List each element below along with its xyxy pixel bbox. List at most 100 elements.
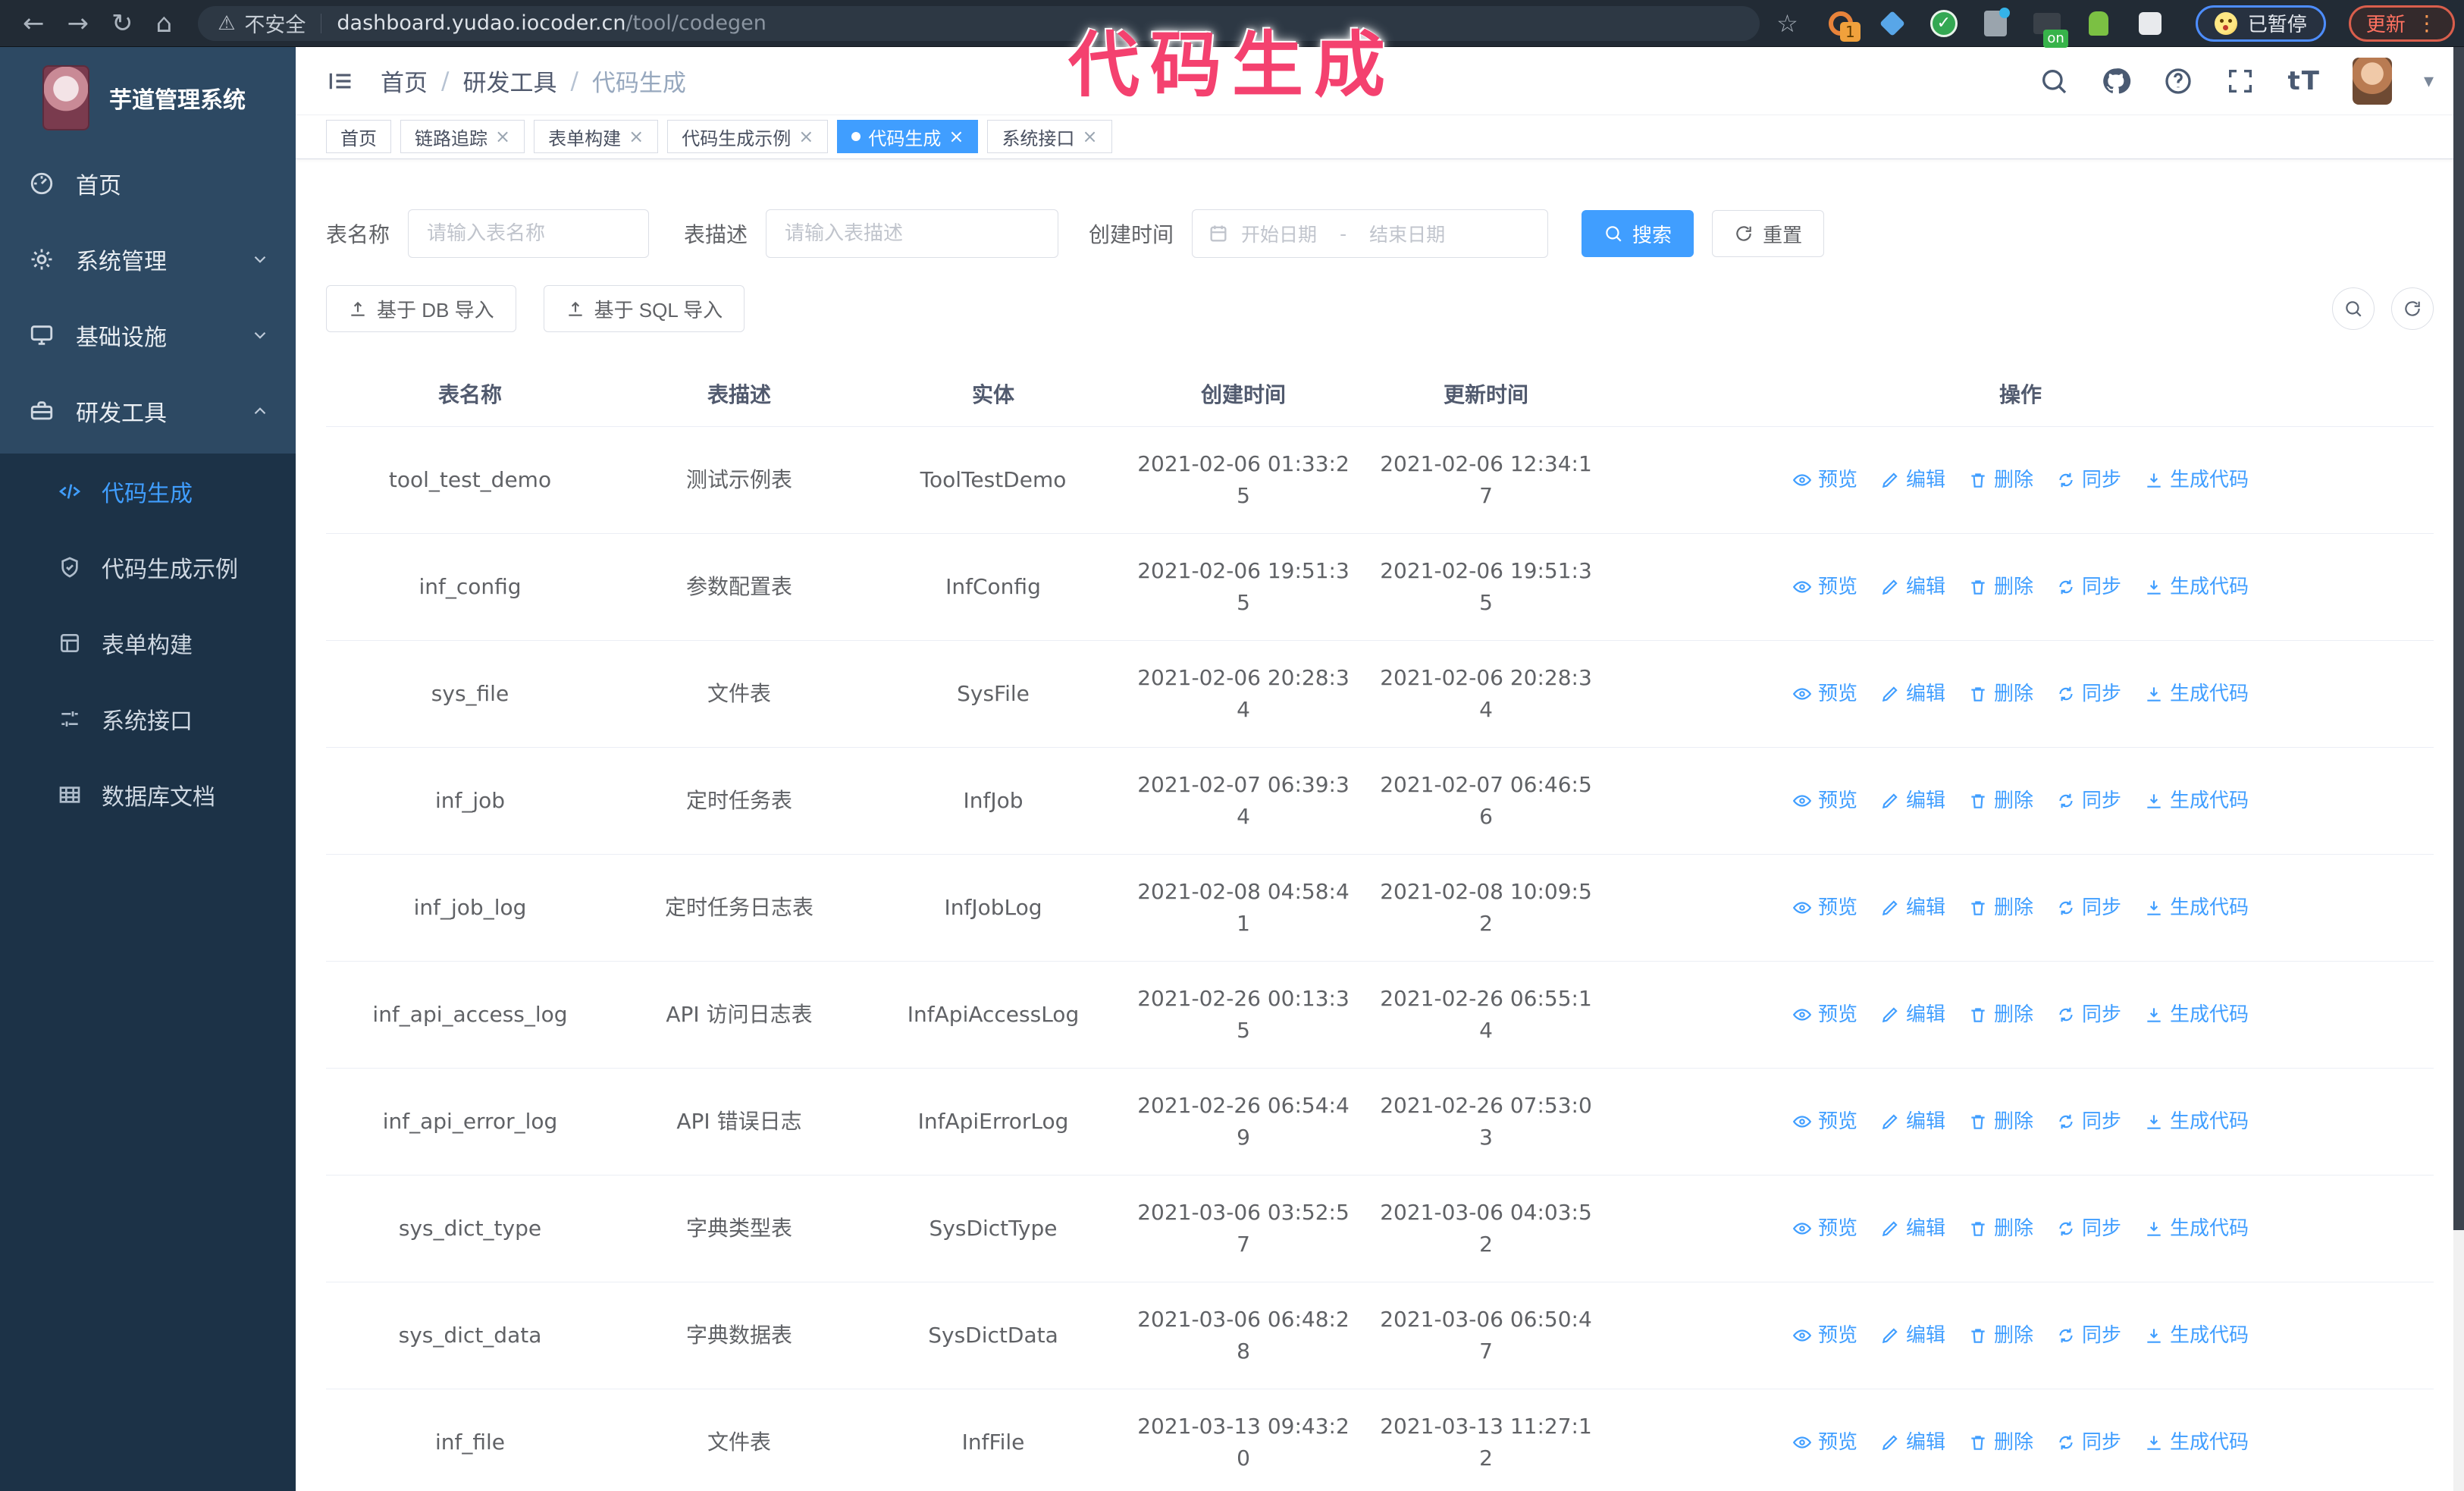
breadcrumb-home[interactable]: 首页 — [381, 64, 428, 98]
import-sql-button[interactable]: 基于 SQL 导入 — [543, 285, 745, 332]
search-button[interactable]: 搜索 — [1582, 210, 1694, 257]
fullscreen-icon[interactable] — [2225, 66, 2256, 96]
delete-link[interactable]: 删除 — [1968, 1106, 2033, 1138]
generate-code-link[interactable]: 生成代码 — [2144, 785, 2249, 817]
caret-down-icon[interactable]: ▾ — [2424, 70, 2434, 93]
preview-link[interactable]: 预览 — [1792, 1213, 1857, 1245]
generate-code-link[interactable]: 生成代码 — [2144, 892, 2249, 924]
close-icon[interactable]: × — [948, 126, 964, 147]
toggle-search-button[interactable] — [2332, 287, 2375, 330]
sync-link[interactable]: 同步 — [2056, 999, 2121, 1031]
delete-link[interactable]: 删除 — [1968, 464, 2033, 496]
generate-code-link[interactable]: 生成代码 — [2144, 464, 2249, 496]
close-icon[interactable]: × — [495, 126, 510, 147]
import-db-button[interactable]: 基于 DB 导入 — [326, 285, 516, 332]
edit-link[interactable]: 编辑 — [1880, 1106, 1945, 1138]
delete-link[interactable]: 删除 — [1968, 678, 2033, 710]
extension-alien-icon[interactable] — [2083, 8, 2114, 39]
update-button[interactable]: 更新 ⋮ — [2348, 5, 2455, 42]
paused-badge[interactable]: 已暂停 — [2195, 5, 2326, 42]
delete-link[interactable]: 删除 — [1968, 785, 2033, 817]
generate-code-link[interactable]: 生成代码 — [2144, 1427, 2249, 1458]
edit-link[interactable]: 编辑 — [1880, 785, 1945, 817]
page-scrollbar[interactable] — [2453, 47, 2464, 1491]
generate-code-link[interactable]: 生成代码 — [2144, 1320, 2249, 1351]
sync-link[interactable]: 同步 — [2056, 678, 2121, 710]
hamburger-icon[interactable] — [326, 67, 355, 96]
tab[interactable]: 代码生成示例 × — [667, 120, 829, 153]
preview-link[interactable]: 预览 — [1792, 1320, 1857, 1351]
generate-code-link[interactable]: 生成代码 — [2144, 1213, 2249, 1245]
breadcrumb-tools[interactable]: 研发工具 — [462, 64, 556, 98]
sidebar-subitem[interactable]: 表单构建 — [0, 605, 296, 681]
generate-code-link[interactable]: 生成代码 — [2144, 571, 2249, 603]
edit-link[interactable]: 编辑 — [1880, 678, 1945, 710]
preview-link[interactable]: 预览 — [1792, 678, 1857, 710]
delete-link[interactable]: 删除 — [1968, 999, 2033, 1031]
extension-puzzle-icon[interactable] — [2135, 8, 2165, 39]
sync-link[interactable]: 同步 — [2056, 1320, 2121, 1351]
sync-link[interactable]: 同步 — [2056, 1427, 2121, 1458]
delete-link[interactable]: 删除 — [1968, 1320, 2033, 1351]
preview-link[interactable]: 预览 — [1792, 1106, 1857, 1138]
app-logo[interactable]: 芋道管理系统 — [0, 47, 296, 146]
extension-gem-icon[interactable] — [1877, 8, 1908, 39]
help-icon[interactable] — [2163, 66, 2193, 96]
github-icon[interactable] — [2101, 66, 2131, 96]
delete-link[interactable]: 删除 — [1968, 1213, 2033, 1245]
tab[interactable]: 首页 × — [326, 120, 391, 153]
refresh-table-button[interactable] — [2391, 287, 2434, 330]
edit-link[interactable]: 编辑 — [1880, 571, 1945, 603]
search-icon[interactable] — [2039, 66, 2069, 96]
close-icon[interactable]: × — [798, 126, 813, 147]
tab[interactable]: 表单构建 × — [534, 120, 659, 153]
bookmark-star-icon[interactable]: ☆ — [1776, 9, 1798, 38]
tab[interactable]: 系统接口 × — [987, 120, 1112, 153]
preview-link[interactable]: 预览 — [1792, 785, 1857, 817]
end-date-placeholder[interactable]: 结束日期 — [1369, 220, 1445, 247]
edit-link[interactable]: 编辑 — [1880, 1427, 1945, 1458]
forward-icon[interactable]: → — [67, 0, 89, 47]
extension-orange-icon[interactable]: 1 — [1826, 8, 1861, 42]
preview-link[interactable]: 预览 — [1792, 1427, 1857, 1458]
sidebar-subitem[interactable]: 代码生成 — [0, 454, 296, 529]
date-range-picker[interactable]: 开始日期 - 结束日期 — [1192, 209, 1549, 258]
preview-link[interactable]: 预览 — [1792, 464, 1857, 496]
sync-link[interactable]: 同步 — [2056, 1213, 2121, 1245]
sidebar-subitem[interactable]: 系统接口 — [0, 681, 296, 757]
more-vertical-icon[interactable]: ⋮ — [2416, 11, 2437, 36]
table-name-input[interactable] — [408, 209, 650, 258]
sync-link[interactable]: 同步 — [2056, 785, 2121, 817]
delete-link[interactable]: 删除 — [1968, 892, 2033, 924]
preview-link[interactable]: 预览 — [1792, 571, 1857, 603]
edit-link[interactable]: 编辑 — [1880, 892, 1945, 924]
sidebar-item[interactable]: 首页 — [0, 146, 296, 221]
close-icon[interactable]: × — [629, 126, 644, 147]
reload-icon[interactable]: ↻ — [111, 0, 133, 47]
edit-link[interactable]: 编辑 — [1880, 1213, 1945, 1245]
tab[interactable]: 链路追踪 × — [400, 120, 525, 153]
preview-link[interactable]: 预览 — [1792, 892, 1857, 924]
address-bar[interactable]: ⚠ 不安全 dashboard.yudao.iocoder.cn /tool/c… — [198, 5, 1760, 41]
extension-check-icon[interactable]: ✓ — [1929, 8, 1959, 39]
tab[interactable]: 代码生成 × — [837, 120, 979, 153]
sync-link[interactable]: 同步 — [2056, 1106, 2121, 1138]
generate-code-link[interactable]: 生成代码 — [2144, 678, 2249, 710]
sync-link[interactable]: 同步 — [2056, 571, 2121, 603]
sidebar-subitem[interactable]: 代码生成示例 — [0, 529, 296, 605]
start-date-placeholder[interactable]: 开始日期 — [1241, 220, 1317, 247]
back-icon[interactable]: ← — [23, 0, 45, 47]
close-icon[interactable]: × — [1082, 126, 1097, 147]
text-size-icon[interactable]: tT — [2287, 66, 2320, 96]
edit-link[interactable]: 编辑 — [1880, 1320, 1945, 1351]
generate-code-link[interactable]: 生成代码 — [2144, 1106, 2249, 1138]
sync-link[interactable]: 同步 — [2056, 892, 2121, 924]
delete-link[interactable]: 删除 — [1968, 1427, 2033, 1458]
reset-button[interactable]: 重置 — [1712, 210, 1825, 257]
sidebar-item[interactable]: 基础设施 — [0, 297, 296, 373]
scrollbar-thumb[interactable] — [2453, 47, 2464, 1230]
extension-sliders-icon[interactable] — [1980, 7, 2011, 39]
edit-link[interactable]: 编辑 — [1880, 999, 1945, 1031]
sidebar-item[interactable]: 系统管理 — [0, 221, 296, 297]
sidebar-subitem[interactable]: 数据库文档 — [0, 757, 296, 833]
